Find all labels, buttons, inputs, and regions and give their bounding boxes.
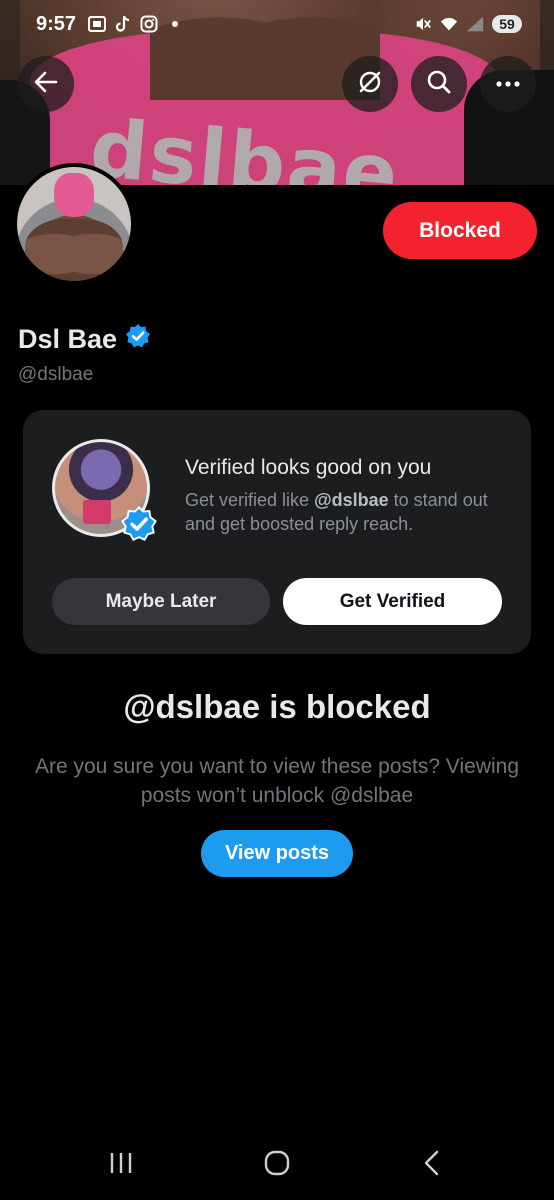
banner-shirt-text: dslbae (86, 101, 404, 185)
system-back-button[interactable] (412, 1150, 452, 1180)
promo-description: Get verified like @dslbae to stand out a… (185, 488, 505, 536)
profile-name-row: Dsl Bae (18, 323, 151, 356)
recents-icon (108, 1151, 134, 1180)
avatar-image-body (25, 219, 123, 281)
promo-desc-handle: @dslbae (314, 490, 389, 510)
avatar-image-face (54, 173, 94, 217)
signal-icon (466, 15, 484, 33)
blocked-description: Are you sure you want to view these post… (34, 755, 520, 807)
screenshot-icon (88, 15, 107, 33)
blocked-button[interactable]: Blocked (383, 202, 537, 259)
maybe-later-button[interactable]: Maybe Later (52, 578, 270, 625)
grok-icon (357, 69, 383, 100)
more-icon (495, 75, 521, 93)
more-button[interactable] (480, 56, 536, 112)
wifi-icon (440, 15, 458, 33)
profile-avatar[interactable] (13, 163, 135, 285)
search-button[interactable] (411, 56, 467, 112)
search-icon (426, 69, 452, 100)
status-bar: 9:57 59 (0, 0, 554, 48)
back-icon (423, 1150, 441, 1181)
instagram-icon (140, 15, 158, 33)
battery-level: 59 (492, 15, 522, 33)
blocked-title: @dslbae is blocked (123, 688, 431, 725)
get-verified-button[interactable]: Get Verified (283, 578, 502, 625)
verified-promo-card: Verified looks good on you Get verified … (23, 410, 531, 654)
home-button[interactable] (257, 1150, 297, 1180)
verified-badge-icon[interactable] (125, 323, 151, 356)
grok-button[interactable] (342, 56, 398, 112)
promo-verified-icon (121, 506, 157, 542)
promo-avatar-phone (83, 500, 111, 524)
avatar-image (17, 167, 131, 281)
recents-button[interactable] (101, 1150, 141, 1180)
promo-desc-start: Get verified like (185, 490, 315, 510)
tiktok-icon (114, 15, 132, 33)
status-time: 9:57 (36, 12, 77, 35)
profile-handle: @dslbae (18, 364, 94, 385)
view-posts-button[interactable]: View posts (201, 830, 353, 877)
dot-icon (166, 15, 184, 33)
home-icon (264, 1150, 290, 1181)
display-name: Dsl Bae (18, 324, 118, 354)
system-nav-bar (0, 1130, 554, 1200)
back-button[interactable] (18, 56, 74, 112)
promo-title: Verified looks good on you (185, 456, 432, 479)
mute-icon (414, 15, 432, 33)
back-arrow-icon (34, 71, 58, 98)
